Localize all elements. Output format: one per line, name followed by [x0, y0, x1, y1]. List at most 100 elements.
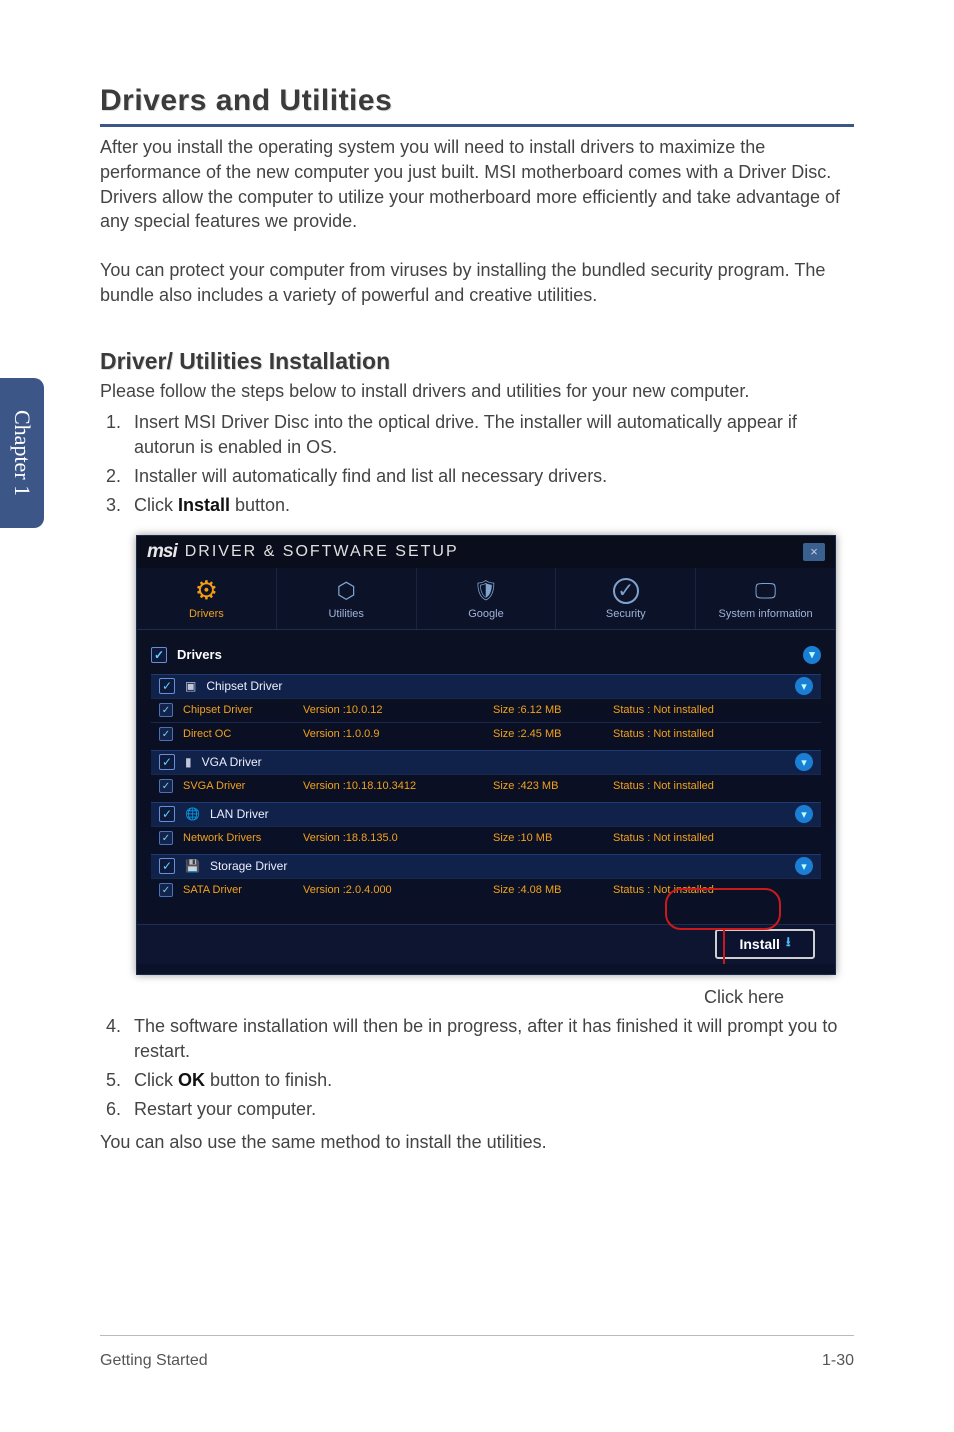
group-vga-driver[interactable]: ▮ VGA Driver	[151, 750, 821, 774]
driver-status: Status : Not installed	[613, 728, 714, 740]
tab-drivers[interactable]: Drivers	[137, 568, 277, 629]
group-checkbox[interactable]	[159, 858, 175, 874]
check-icon	[612, 577, 640, 605]
monitor-icon	[752, 577, 780, 605]
app-title: DRIVER & SOFTWARE SETUP	[185, 543, 459, 561]
chapter-tab-label: Chapter 1	[9, 410, 35, 496]
row-checkbox[interactable]	[159, 831, 173, 845]
driver-version: Version :10.0.12	[303, 704, 483, 716]
driver-version: Version :1.0.0.9	[303, 728, 483, 740]
step-item: Click Install button.	[126, 493, 854, 518]
install-callout-line	[723, 928, 725, 964]
collapse-toggle-icon[interactable]	[795, 857, 813, 875]
footer-left: Getting Started	[100, 1352, 822, 1370]
group-storage-driver[interactable]: 💾 Storage Driver	[151, 854, 821, 878]
group-icon: 🌐	[185, 807, 200, 821]
group-checkbox[interactable]	[159, 806, 175, 822]
close-icon[interactable]: ×	[803, 543, 825, 561]
group-checkbox[interactable]	[159, 754, 175, 770]
tab-system-information[interactable]: System information	[696, 568, 835, 629]
driver-name: Direct OC	[183, 728, 293, 740]
footer-right: 1-30	[822, 1352, 854, 1370]
group-label: Storage Driver	[210, 859, 287, 873]
install-button-label: Install	[739, 936, 779, 952]
drivers-section-label: Drivers	[177, 647, 222, 662]
group-label: VGA Driver	[202, 755, 262, 769]
download-icon: ⭳	[786, 933, 791, 955]
tab-label: Utilities	[328, 608, 363, 620]
driver-name: Network Drivers	[183, 832, 293, 844]
driver-size: Size :10 MB	[493, 832, 603, 844]
collapse-toggle-icon[interactable]	[795, 753, 813, 771]
driver-status: Status : Not installed	[613, 832, 714, 844]
collapse-toggle-icon[interactable]	[803, 646, 821, 664]
util-icon	[332, 577, 360, 605]
driver-size: Size :2.45 MB	[493, 728, 603, 740]
install-callout-circle	[665, 888, 781, 930]
tab-google[interactable]: Google	[417, 568, 557, 629]
steps-intro: Please follow the steps below to install…	[100, 379, 854, 404]
driver-size: Size :6.12 MB	[493, 704, 603, 716]
driver-row[interactable]: Direct OC Version :1.0.0.9 Size :2.45 MB St…	[151, 722, 821, 746]
tab-label: Google	[468, 608, 503, 620]
msi-logo: msi	[147, 541, 177, 563]
app-tabbar: Drivers Utilities Google Security System inf…	[137, 568, 835, 630]
collapse-toggle-icon[interactable]	[795, 805, 813, 823]
steps-list-1-3: Insert MSI Driver Disc into the optical …	[126, 410, 854, 519]
app-body: Drivers ▣ Chipset Driver Chipset Driver Ver…	[137, 630, 835, 930]
install-word: Install	[178, 495, 230, 515]
group-icon: ▣	[185, 679, 196, 693]
gear-icon	[192, 577, 220, 605]
collapse-toggle-icon[interactable]	[795, 677, 813, 695]
group-lan-driver[interactable]: 🌐 LAN Driver	[151, 802, 821, 826]
tab-label: Security	[606, 608, 646, 620]
driver-version: Version :10.18.10.3412	[303, 780, 483, 792]
step-item: Restart your computer.	[126, 1097, 854, 1122]
driver-name: SVGA Driver	[183, 780, 293, 792]
intro-paragraph-1: After you install the operating system y…	[100, 135, 854, 234]
footer-divider	[100, 1335, 854, 1336]
driver-size: Size :4.08 MB	[493, 884, 603, 896]
row-checkbox[interactable]	[159, 883, 173, 897]
driver-row[interactable]: SVGA DriverVersion :10.18.10.3412Size :4…	[151, 774, 821, 798]
ok-word: OK	[178, 1070, 205, 1090]
driver-row[interactable]: Chipset Driver Version :10.0.12 Size :6.12…	[151, 698, 821, 722]
driver-row[interactable]: Network Drivers Version :18.8.135.0 Size :…	[151, 826, 821, 850]
step-item: Insert MSI Driver Disc into the optical …	[126, 410, 854, 460]
app-titlebar: msi DRIVER & SOFTWARE SETUP ×	[137, 536, 835, 568]
closing-paragraph: You can also use the same method to inst…	[100, 1130, 854, 1155]
click-here-caption: Click here	[100, 987, 784, 1008]
tab-security[interactable]: Security	[556, 568, 696, 629]
driver-name: Chipset Driver	[183, 704, 293, 716]
tab-label: Drivers	[189, 608, 224, 620]
step-item: Click OK button to finish.	[126, 1068, 854, 1093]
driver-setup-window: msi DRIVER & SOFTWARE SETUP × Drivers Uti…	[136, 535, 836, 975]
group-label: Chipset Driver	[206, 679, 282, 693]
install-bar: Install ⭳	[137, 924, 835, 964]
tab-label: System information	[719, 608, 813, 620]
install-button[interactable]: Install ⭳	[715, 929, 815, 959]
driver-version: Version :18.8.135.0	[303, 832, 483, 844]
row-checkbox[interactable]	[159, 779, 173, 793]
shield-icon	[472, 577, 500, 605]
group-icon: 💾	[185, 859, 200, 873]
driver-name: SATA Driver	[183, 884, 293, 896]
step-item: Installer will automatically find and li…	[126, 464, 854, 489]
steps-list-4-6: The software installation will then be i…	[126, 1014, 854, 1123]
driver-status: Status : Not installed	[613, 780, 714, 792]
section-subtitle: Driver/ Utilities Installation	[100, 348, 854, 375]
group-label: LAN Driver	[210, 807, 269, 821]
tab-utilities[interactable]: Utilities	[277, 568, 417, 629]
group-chipset-driver[interactable]: ▣ Chipset Driver	[151, 674, 821, 698]
driver-status: Status : Not installed	[613, 704, 714, 716]
page-title: Drivers and Utilities	[100, 84, 854, 127]
drivers-section-header[interactable]: Drivers	[151, 646, 821, 664]
page-footer: Getting Started 1-30	[100, 1352, 854, 1370]
row-checkbox[interactable]	[159, 727, 173, 741]
row-checkbox[interactable]	[159, 703, 173, 717]
step-item: The software installation will then be i…	[126, 1014, 854, 1064]
group-icon: ▮	[185, 755, 192, 769]
driver-version: Version :2.0.4.000	[303, 884, 483, 896]
group-checkbox[interactable]	[159, 678, 175, 694]
drivers-master-checkbox[interactable]	[151, 647, 167, 663]
